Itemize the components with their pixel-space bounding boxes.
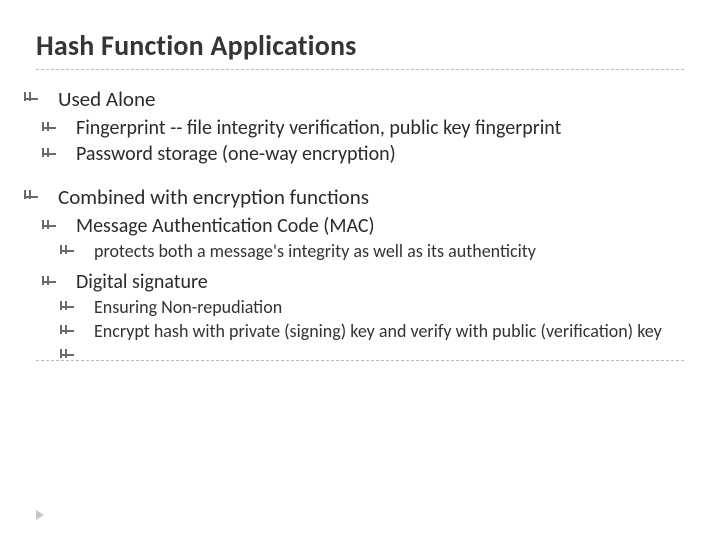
slide-title: Hash Function Applications bbox=[36, 28, 684, 63]
content-outline: Used Alone Fingerprint -- file integrity… bbox=[36, 86, 684, 342]
title-divider bbox=[36, 69, 684, 70]
list-item: Password storage (one-way encryption) bbox=[58, 142, 684, 166]
list-item: Message Authentication Code (MAC) bbox=[58, 214, 684, 238]
section-heading: Used Alone bbox=[40, 86, 684, 112]
list-sub-item: protects both a message's integrity as w… bbox=[76, 240, 684, 262]
list-item: Digital signature bbox=[58, 270, 684, 294]
list-item: Fingerprint -- file integrity verificati… bbox=[58, 116, 684, 140]
section-heading: Combined with encryption functions bbox=[40, 184, 684, 210]
list-sub-item: Ensuring Non-repudiation bbox=[76, 296, 684, 318]
play-icon bbox=[36, 510, 44, 520]
slide: Hash Function Applications Used Alone Fi… bbox=[0, 0, 720, 540]
list-sub-item: Encrypt hash with private (signing) key … bbox=[76, 320, 684, 342]
bottom-divider bbox=[36, 360, 684, 361]
